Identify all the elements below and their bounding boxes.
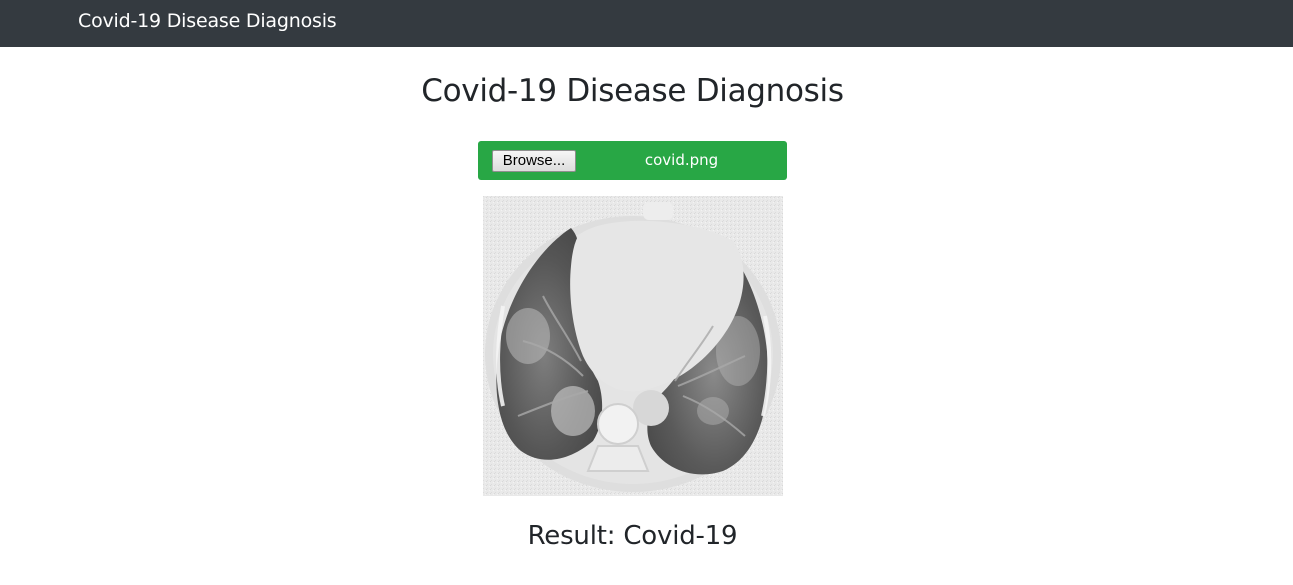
file-upload-bar[interactable]: Browse... covid.png [478,141,787,180]
page-title: Covid-19 Disease Diagnosis [421,73,844,109]
ct-scan-image [483,196,783,496]
selected-file-name: covid.png [644,151,719,169]
navbar-brand[interactable]: Covid-19 Disease Diagnosis [78,10,337,32]
browse-button[interactable]: Browse... [492,150,576,172]
diagnosis-result: Result: Covid-19 [527,521,738,551]
navbar: Covid-19 Disease Diagnosis [0,0,1293,47]
